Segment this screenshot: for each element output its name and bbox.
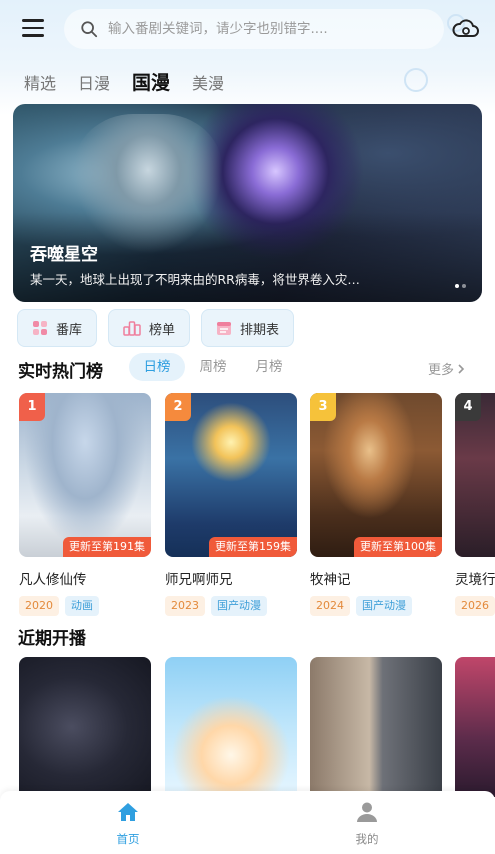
rank-tabs: 日榜 周榜 月榜 bbox=[129, 353, 297, 381]
tab-daily[interactable]: 日榜 bbox=[129, 353, 185, 381]
anime-poster: 2 更新至第159集 bbox=[165, 393, 297, 557]
anime-card[interactable]: 2 更新至第159集 师兄啊师兄 2023 国产动漫 bbox=[165, 393, 297, 616]
anime-title: 牧神记 bbox=[310, 572, 351, 588]
year-tag: 2023 bbox=[165, 596, 205, 616]
more-label: 更多 bbox=[428, 363, 455, 378]
update-badge: 更新至第191集 bbox=[63, 537, 151, 557]
decor-bubble bbox=[404, 68, 428, 92]
pagination-dot[interactable] bbox=[455, 284, 459, 288]
year-tag: 2024 bbox=[310, 596, 350, 616]
bottom-navigation: 首页 我的 bbox=[0, 791, 495, 854]
anime-title: 师兄啊师兄 bbox=[165, 572, 233, 588]
tab-weekly[interactable]: 周榜 bbox=[185, 353, 241, 381]
anime-poster[interactable] bbox=[310, 657, 442, 797]
ranking-button[interactable]: 榜单 bbox=[108, 309, 191, 347]
home-icon bbox=[118, 803, 138, 821]
anime-poster: 3 更新至第100集 bbox=[310, 393, 442, 557]
hot-section-title: 实时热门榜 bbox=[18, 362, 103, 382]
genre-tag: 动画 bbox=[65, 596, 99, 616]
ranking-label: 榜单 bbox=[149, 322, 176, 338]
search-input[interactable] bbox=[108, 21, 428, 37]
anime-title: 凡人修仙传 bbox=[19, 572, 87, 588]
tab-riman[interactable]: 日漫 bbox=[78, 70, 110, 94]
rank-badge: 1 bbox=[19, 393, 45, 421]
tab-guoman[interactable]: 国漫 bbox=[132, 68, 170, 95]
tab-monthly[interactable]: 月榜 bbox=[241, 353, 297, 381]
rank-badge: 4 bbox=[455, 393, 481, 421]
genre-tag: 国产动漫 bbox=[211, 596, 267, 616]
calendar-icon bbox=[217, 322, 232, 335]
schedule-label: 排期表 bbox=[240, 322, 280, 338]
featured-banner[interactable]: 吞噬星空 某一天，地球上出现了不明来由的RR病毒，将世界卷入灾… bbox=[13, 104, 482, 302]
chevron-right-icon bbox=[458, 363, 465, 374]
tab-jingxuan[interactable]: 精选 bbox=[24, 70, 56, 94]
anime-poster: 1 更新至第191集 bbox=[19, 393, 151, 557]
banner-title: 吞噬星空 bbox=[30, 245, 98, 265]
year-tag: 2020 bbox=[19, 596, 59, 616]
anime-card[interactable]: 4 灵境行者 2026 bbox=[455, 393, 495, 616]
search-icon bbox=[81, 21, 98, 38]
nav-mine[interactable]: 我的 bbox=[327, 801, 407, 847]
banner-pagination bbox=[452, 284, 466, 288]
category-tabs: 精选 日漫 国漫 美漫 bbox=[24, 68, 246, 94]
update-badge: 更新至第100集 bbox=[354, 537, 442, 557]
genre-tag: 国产动漫 bbox=[356, 596, 412, 616]
nav-mine-label: 我的 bbox=[355, 832, 379, 846]
cloud-icon[interactable] bbox=[452, 17, 480, 41]
search-bar[interactable] bbox=[64, 9, 444, 49]
library-button[interactable]: 番库 bbox=[17, 309, 98, 347]
recent-list bbox=[19, 657, 495, 797]
top-bar bbox=[0, 8, 495, 50]
nav-home-label: 首页 bbox=[116, 832, 140, 846]
anime-poster: 4 bbox=[455, 393, 495, 557]
user-icon bbox=[357, 802, 377, 822]
anime-poster[interactable] bbox=[165, 657, 297, 797]
library-label: 番库 bbox=[56, 322, 83, 338]
anime-poster[interactable] bbox=[19, 657, 151, 797]
year-tag: 2026 bbox=[455, 596, 495, 616]
update-badge: 更新至第159集 bbox=[209, 537, 297, 557]
anime-card[interactable]: 1 更新至第191集 凡人修仙传 2020 动画 bbox=[19, 393, 151, 616]
pagination-dot[interactable] bbox=[462, 284, 466, 288]
anime-card[interactable]: 3 更新至第100集 牧神记 2024 国产动漫 bbox=[310, 393, 442, 616]
menu-icon[interactable] bbox=[22, 19, 44, 39]
schedule-button[interactable]: 排期表 bbox=[201, 309, 295, 347]
library-icon bbox=[33, 321, 47, 335]
ranking-icon bbox=[123, 321, 141, 336]
hot-list: 1 更新至第191集 凡人修仙传 2020 动画 2 更新至第159集 师兄啊师… bbox=[19, 393, 495, 618]
recent-section-title: 近期开播 bbox=[18, 629, 86, 649]
anime-poster[interactable] bbox=[455, 657, 495, 797]
rank-badge: 3 bbox=[310, 393, 336, 421]
tab-meiman[interactable]: 美漫 bbox=[192, 70, 224, 94]
rank-badge: 2 bbox=[165, 393, 191, 421]
more-link[interactable]: 更多 bbox=[428, 359, 468, 378]
quick-actions: 番库 榜单 排期表 bbox=[17, 309, 305, 347]
nav-home[interactable]: 首页 bbox=[88, 801, 168, 847]
anime-title: 灵境行者 bbox=[455, 572, 495, 588]
banner-description: 某一天，地球上出现了不明来由的RR病毒，将世界卷入灾… bbox=[30, 272, 360, 287]
